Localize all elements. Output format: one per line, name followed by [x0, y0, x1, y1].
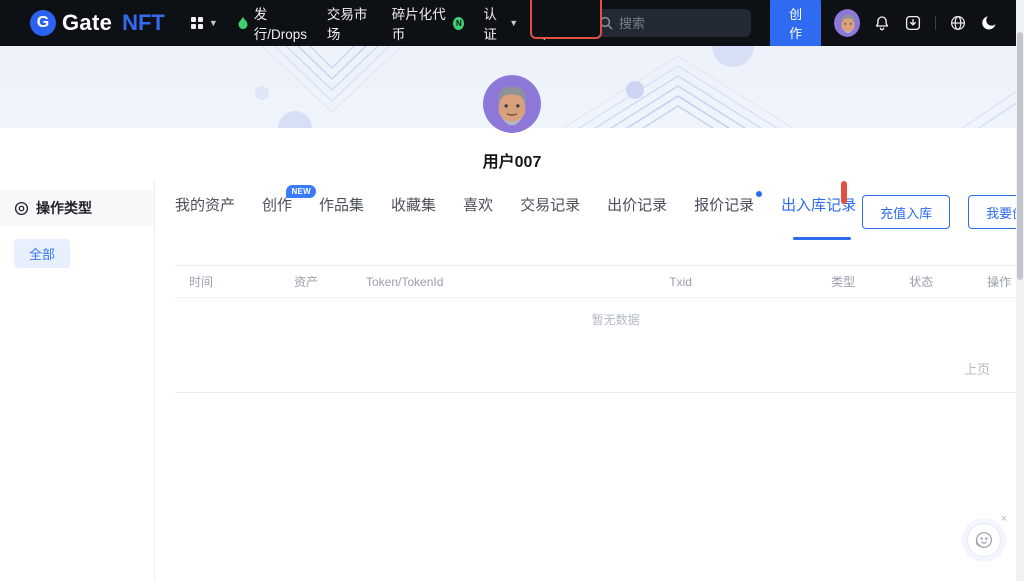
nav-left: G Gate NFT ▼ 发行/Drops 交易市场 碎片化代币	[30, 3, 589, 43]
profile-avatar[interactable]	[483, 75, 541, 133]
tab-bid-history[interactable]: 出价记录	[607, 194, 667, 240]
search-icon	[599, 16, 613, 30]
scrollbar-track[interactable]	[1016, 0, 1024, 581]
col-token-id: Token/TokenId	[366, 275, 561, 289]
tab-deposit-withdraw-history[interactable]: 出入库记录	[781, 194, 862, 240]
customer-support-button[interactable]: ×	[967, 523, 1001, 557]
sidebar-header: 操作类型	[0, 190, 154, 226]
target-icon	[14, 201, 29, 216]
tab-collections[interactable]: 收藏集	[391, 194, 436, 240]
nav-item-label: 认证	[483, 3, 504, 43]
gate-logo-icon: G	[30, 10, 56, 36]
tabs-row: 我的资产 创作NEW 作品集 收藏集 喜欢 交易记录 出价记录 报价记录 出入库…	[175, 194, 1024, 240]
tab-create[interactable]: 创作NEW	[262, 194, 292, 240]
page: G Gate NFT ▼ 发行/Drops 交易市场 碎片化代币	[0, 0, 1024, 581]
brand-name: Gate	[62, 10, 112, 36]
table-header: 时间 资产 Token/TokenId Txid 类型 状态 操作	[175, 266, 1024, 298]
filter-sidebar: 操作类型 全部	[0, 180, 155, 581]
action-buttons: 充值入库 我要创作	[862, 194, 1024, 229]
prev-page-button[interactable]: 上页	[964, 359, 990, 378]
sidebar-title: 操作类型	[36, 198, 92, 218]
create-button[interactable]: 创作	[770, 0, 820, 48]
active-tab-underline	[793, 237, 851, 240]
close-icon[interactable]: ×	[1001, 514, 1007, 525]
nav-item-label: 碎片化代币	[392, 3, 449, 43]
brand-suffix: NFT	[122, 10, 165, 36]
new-badge: NEW	[286, 185, 316, 198]
nav-item-marketplace[interactable]: 交易市场	[327, 3, 373, 43]
grid-icon	[190, 16, 204, 30]
apps-menu-button[interactable]: ▼	[190, 16, 218, 30]
support-headset-icon	[973, 529, 995, 551]
asset-inbox-icon[interactable]	[904, 14, 922, 32]
nav-item-verify[interactable]: 认证 ▼	[483, 3, 518, 43]
deposit-button[interactable]: 充值入库	[862, 195, 950, 229]
nav-divider	[935, 16, 936, 30]
user-avatar[interactable]	[834, 9, 860, 37]
col-txid: Txid	[561, 275, 800, 289]
col-status: 状态	[886, 273, 956, 290]
search-input[interactable]	[619, 16, 739, 31]
gate-nft-logo[interactable]: G Gate NFT	[30, 10, 165, 36]
nav-item-label: 发行/Drops	[254, 3, 308, 43]
main-area: 操作类型 全部 我的资产 创作NEW 作品集 收藏集 喜欢 交易记录 出价记录 …	[0, 180, 1024, 581]
tab-my-assets[interactable]: 我的资产	[175, 194, 235, 240]
notification-dot	[756, 191, 762, 197]
nav-item-fractional-tokens[interactable]: 碎片化代币 N	[392, 3, 465, 43]
chevron-down-icon: ▼	[209, 19, 218, 28]
col-operation: 操作	[956, 273, 1024, 290]
top-navbar: G Gate NFT ▼ 发行/Drops 交易市场 碎片化代币	[0, 0, 1024, 46]
tab-trade-history[interactable]: 交易记录	[520, 194, 580, 240]
col-asset: 资产	[294, 273, 366, 290]
nav-right: 创作	[589, 0, 998, 48]
tab-portfolio[interactable]: 作品集	[319, 194, 364, 240]
content-area: 我的资产 创作NEW 作品集 收藏集 喜欢 交易记录 出价记录 报价记录 出入库…	[155, 180, 1024, 581]
col-type: 类型	[800, 273, 886, 290]
chevron-down-icon: ▼	[509, 19, 518, 28]
profile-username: 用户007	[0, 148, 1024, 180]
table-body: 暂无数据 上页 下页	[175, 298, 1024, 392]
dark-mode-moon-icon[interactable]	[980, 14, 998, 32]
records-table: 时间 资产 Token/TokenId Txid 类型 状态 操作 暂无数据 上…	[175, 265, 1024, 393]
nav-item-drops[interactable]: 发行/Drops	[237, 3, 308, 43]
notifications-bell-icon[interactable]	[873, 14, 891, 32]
empty-state-text: 暂无数据	[175, 298, 1024, 328]
flame-icon	[237, 16, 249, 30]
tab-offer-history[interactable]: 报价记录	[694, 194, 754, 240]
language-globe-icon[interactable]	[949, 14, 967, 32]
profile-tabs: 我的资产 创作NEW 作品集 收藏集 喜欢 交易记录 出价记录 报价记录 出入库…	[175, 194, 862, 240]
nav-item-label: 我的资产	[543, 3, 589, 43]
scrollbar-thumb[interactable]	[1017, 32, 1023, 280]
tab-likes[interactable]: 喜欢	[463, 194, 493, 240]
fractional-token-badge-icon: N	[453, 17, 464, 30]
search-box[interactable]	[589, 9, 751, 37]
filter-all-chip[interactable]: 全部	[14, 239, 70, 268]
nav-item-my-assets[interactable]: 我的资产	[543, 3, 589, 43]
col-time: 时间	[189, 273, 294, 290]
nav-item-label: 交易市场	[327, 3, 373, 43]
